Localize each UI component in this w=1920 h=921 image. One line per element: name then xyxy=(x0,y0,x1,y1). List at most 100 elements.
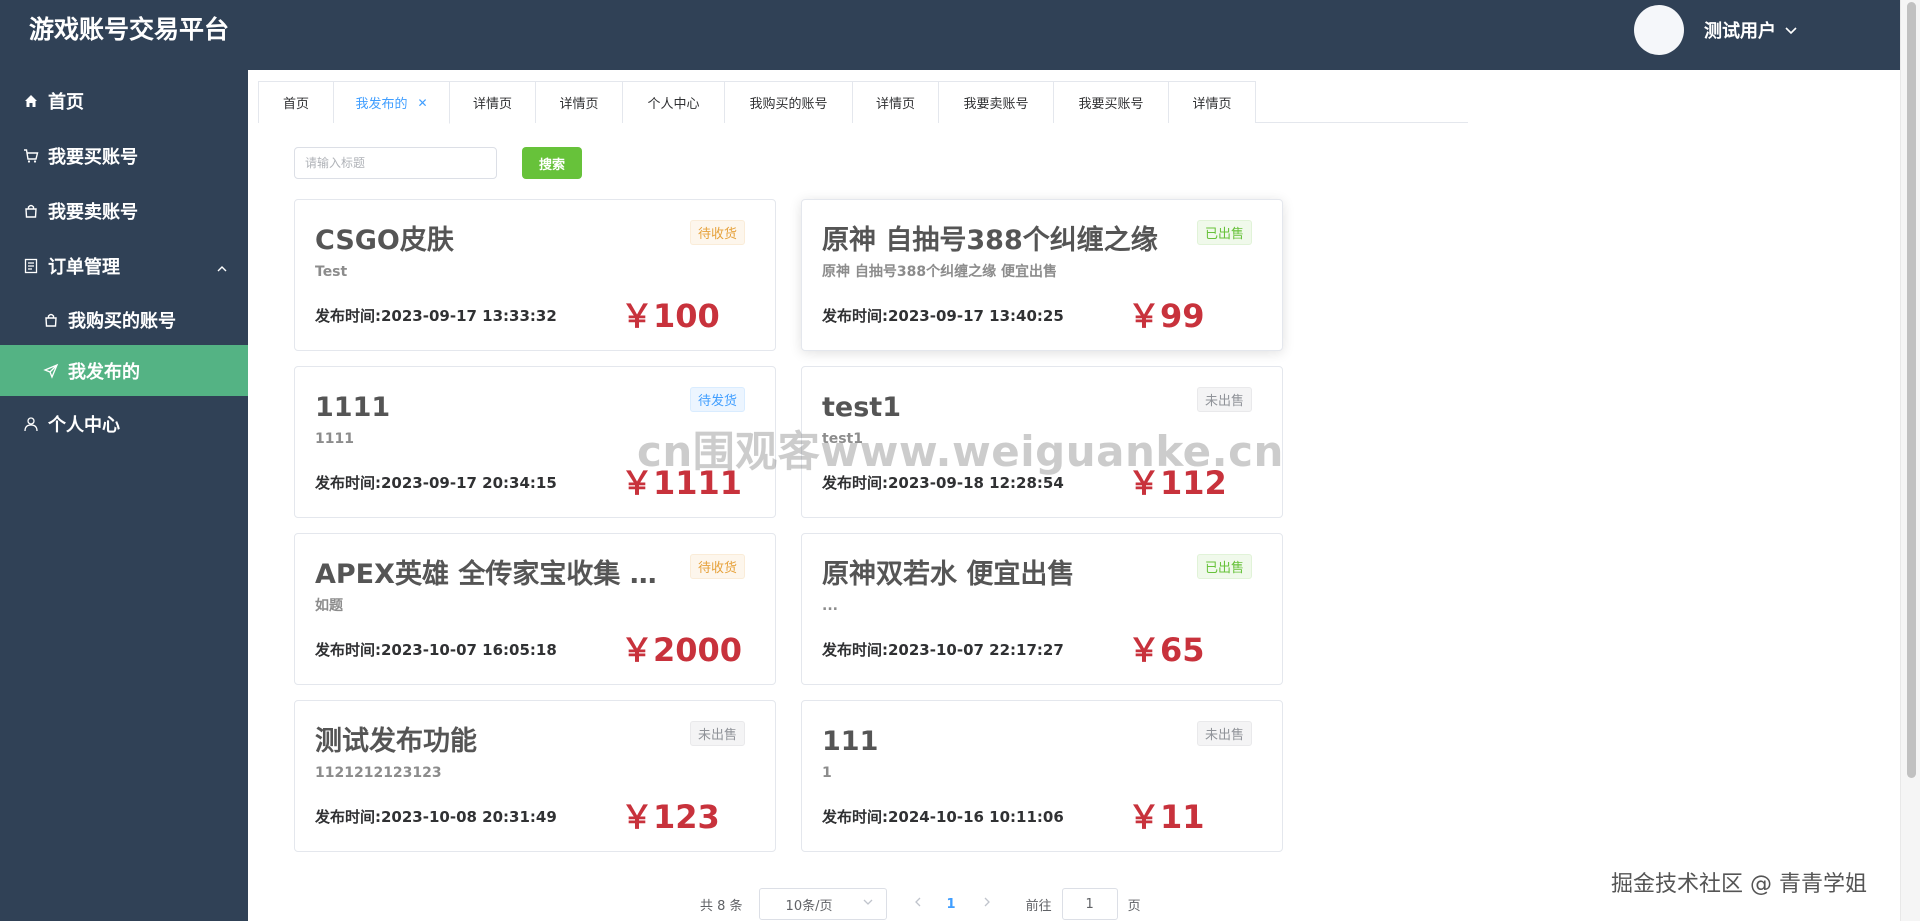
tab-label: 我要买账号 xyxy=(1078,97,1144,112)
card-publish-time: 发布时间:2023-10-07 22:17:27 xyxy=(822,641,1064,659)
page-number-current[interactable]: 1 xyxy=(947,897,956,912)
watermark: cn围观客www.weiguanke.cn xyxy=(637,427,1284,476)
credit-watermark: 掘金技术社区 @ 青青学姐 xyxy=(1611,872,1867,897)
status-badge: 已出售 xyxy=(1196,554,1252,579)
pagination: 共 8 条 10条/页 1 前往 页 xyxy=(700,887,1141,921)
page-size-select[interactable]: 10条/页 xyxy=(758,888,887,920)
sidebar-item-label: 个人中心 xyxy=(48,414,120,436)
sidebar-item-purchased-accounts[interactable]: 我购买的账号 xyxy=(0,292,248,347)
scrollbar-thumb[interactable] xyxy=(1907,2,1916,778)
card-title: 111 xyxy=(822,726,879,757)
avatar[interactable] xyxy=(1634,5,1684,55)
card-publish-time: 发布时间:2023-10-07 16:05:18 xyxy=(315,641,557,659)
card-publish-time: 发布时间:2023-09-17 13:40:25 xyxy=(822,307,1064,325)
card-subtitle: 1 xyxy=(822,765,832,781)
card-publish-time: 发布时间:2024-10-16 10:11:06 xyxy=(822,808,1064,826)
card-subtitle: 1121212123123 xyxy=(315,765,442,781)
card-publish-time: 发布时间:2023-09-17 20:34:15 xyxy=(315,474,557,492)
chevron-down-icon xyxy=(862,896,874,912)
card-subtitle: 原神 自抽号388个纠缠之缘 便宜出售 xyxy=(822,264,1057,280)
product-card[interactable]: APEX英雄 全传家宝收集 s... 如题 发布时间:2023-10-07 16… xyxy=(294,533,776,685)
tab-label: 我发布的 xyxy=(355,97,408,112)
sidebar-item-buy-account[interactable]: 我要买账号 xyxy=(0,128,248,183)
goto-page-input[interactable] xyxy=(1061,888,1118,920)
chevron-up-icon[interactable] xyxy=(216,259,228,280)
status-badge: 待收货 xyxy=(689,220,745,245)
bag-icon xyxy=(42,311,60,329)
sidebar-item-label: 我要买账号 xyxy=(48,146,138,168)
status-badge: 待发货 xyxy=(689,387,745,412)
tab-detail[interactable]: 详情页 xyxy=(853,81,939,123)
card-price: ￥100 xyxy=(621,297,720,335)
user-menu[interactable]: 测试用户 xyxy=(1634,5,1798,55)
card-price: ￥123 xyxy=(621,798,720,836)
tab-label: 首页 xyxy=(282,97,309,112)
card-title: 原神 自抽号388个纠缠之缘 xyxy=(822,225,1158,256)
sidebar-item-label: 我发布的 xyxy=(68,361,140,383)
tab-detail[interactable]: 详情页 xyxy=(450,81,536,123)
card-title: 测试发布功能 xyxy=(315,726,477,757)
sidebar-item-label: 订单管理 xyxy=(48,256,120,278)
product-card[interactable]: 原神双若水 便宜出售 ... 发布时间:2023-10-07 22:17:27 … xyxy=(801,533,1283,685)
sidebar-item-order-management[interactable]: 订单管理 xyxy=(0,238,248,293)
chevron-down-icon[interactable] xyxy=(1784,23,1798,37)
status-badge: 未出售 xyxy=(1196,721,1252,746)
status-badge: 未出售 xyxy=(1196,387,1252,412)
card-subtitle: 如题 xyxy=(315,598,343,614)
tab-buy-account[interactable]: 我要买账号 xyxy=(1054,81,1169,123)
card-price: ￥11 xyxy=(1128,798,1205,836)
cart-icon xyxy=(22,147,40,165)
tab-personal-center[interactable]: 个人中心 xyxy=(623,81,725,123)
product-card[interactable]: 原神 自抽号388个纠缠之缘 原神 自抽号388个纠缠之缘 便宜出售 发布时间:… xyxy=(801,199,1283,351)
tab-home[interactable]: 首页 xyxy=(258,81,334,123)
tab-label: 详情页 xyxy=(472,97,512,112)
sidebar-item-label: 我购买的账号 xyxy=(68,310,176,332)
page-scrollbar[interactable] xyxy=(1900,0,1920,921)
send-icon xyxy=(42,362,60,380)
tab-my-published[interactable]: 我发布的 ✕ xyxy=(334,81,450,124)
card-subtitle: Test xyxy=(315,264,348,280)
product-card[interactable]: 测试发布功能 1121212123123 发布时间:2023-10-08 20:… xyxy=(294,700,776,852)
tab-label: 个人中心 xyxy=(647,97,700,112)
search-input[interactable] xyxy=(294,147,497,179)
page-unit-label: 页 xyxy=(1127,898,1141,914)
sidebar-item-home[interactable]: 首页 xyxy=(0,73,248,128)
tab-sell-account[interactable]: 我要卖账号 xyxy=(939,81,1054,123)
sidebar-item-personal-center[interactable]: 个人中心 xyxy=(0,396,248,451)
app-title: 游戏账号交易平台 xyxy=(29,15,230,44)
search-button[interactable]: 搜索 xyxy=(522,147,582,179)
sidebar-item-label: 我要卖账号 xyxy=(48,201,138,223)
card-title: 1111 xyxy=(315,392,391,423)
card-publish-time: 发布时间:2023-09-17 13:33:32 xyxy=(315,307,557,325)
product-card[interactable]: 111 1 发布时间:2024-10-16 10:11:06 ￥11 未出售 xyxy=(801,700,1283,852)
page-size-value: 10条/页 xyxy=(785,898,833,914)
card-price: ￥99 xyxy=(1128,297,1205,335)
goto-label: 前往 xyxy=(1025,898,1052,914)
tab-detail[interactable]: 详情页 xyxy=(536,81,623,123)
top-header: 游戏账号交易平台 测试用户 xyxy=(0,0,1900,70)
card-title: CSGO皮肤 xyxy=(315,225,454,256)
card-price: ￥2000 xyxy=(621,631,743,669)
status-badge: 已出售 xyxy=(1196,220,1252,245)
close-icon[interactable]: ✕ xyxy=(417,96,427,110)
next-page-button[interactable] xyxy=(982,896,992,912)
status-badge: 待收货 xyxy=(689,554,745,579)
tab-label: 我要卖账号 xyxy=(963,97,1029,112)
tab-label: 详情页 xyxy=(1192,97,1232,112)
home-icon xyxy=(22,92,40,110)
user-name[interactable]: 测试用户 xyxy=(1704,17,1776,43)
tab-label: 详情页 xyxy=(559,97,599,112)
tab-purchased-accounts[interactable]: 我购买的账号 xyxy=(725,81,853,123)
product-card[interactable]: CSGO皮肤 Test 发布时间:2023-09-17 13:33:32 ￥10… xyxy=(294,199,776,351)
tab-label: 详情页 xyxy=(875,97,915,112)
card-subtitle: ... xyxy=(822,598,838,614)
sidebar-item-my-published[interactable]: 我发布的 xyxy=(0,345,248,396)
tab-label: 我购买的账号 xyxy=(749,97,828,112)
prev-page-button[interactable] xyxy=(913,896,923,912)
user-icon xyxy=(22,415,40,433)
tab-detail[interactable]: 详情页 xyxy=(1169,81,1256,123)
sidebar-item-sell-account[interactable]: 我要卖账号 xyxy=(0,183,248,238)
card-publish-time: 发布时间:2023-10-08 20:31:49 xyxy=(315,808,557,826)
pagination-total: 共 8 条 xyxy=(700,898,743,914)
status-badge: 未出售 xyxy=(689,721,745,746)
